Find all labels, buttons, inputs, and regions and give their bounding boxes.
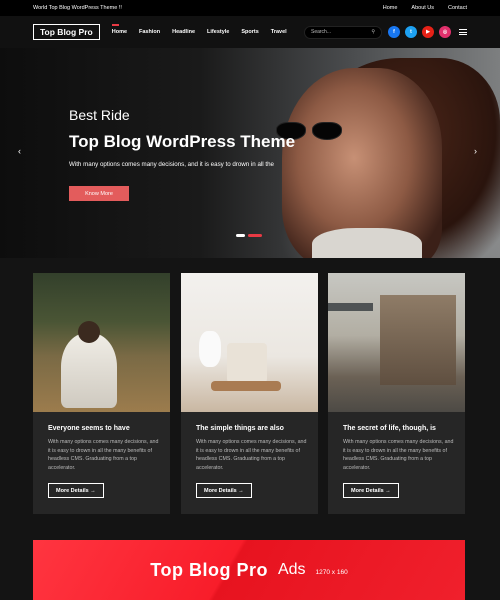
slider-dot-2[interactable] [248, 234, 262, 237]
twitter-icon[interactable]: t [405, 26, 417, 38]
main-nav: Home Fashion Headline Lifestyle Sports T… [111, 24, 287, 35]
more-details-button[interactable]: More Details → [48, 483, 104, 498]
ad-size: 1270 x 160 [315, 568, 348, 576]
facebook-icon[interactable]: f [388, 26, 400, 38]
top-bar: World Top Blog WordPress Theme !! Home A… [0, 0, 500, 16]
nav-travel[interactable]: Travel [271, 29, 287, 35]
hero-subtitle: Best Ride [69, 107, 130, 123]
post-excerpt: With many options comes many decisions, … [196, 439, 307, 471]
post-image[interactable] [328, 273, 465, 412]
hero-slider: Best Ride Top Blog WordPress Theme With … [0, 48, 500, 258]
social-links: f t ▶ ◎ [388, 26, 451, 38]
top-link-contact[interactable]: Contact [448, 5, 467, 11]
nav-lifestyle[interactable]: Lifestyle [207, 29, 229, 35]
youtube-icon[interactable]: ▶ [422, 26, 434, 38]
slider-dots [236, 234, 262, 237]
nav-home[interactable]: Home [111, 24, 127, 35]
site-logo[interactable]: Top Blog Pro [33, 24, 100, 40]
slider-prev-icon[interactable]: ‹ [18, 146, 21, 156]
search-icon[interactable]: ⚲ [371, 29, 375, 35]
nav-sports[interactable]: Sports [241, 29, 258, 35]
post-card: The secret of life, though, is With many… [328, 273, 465, 514]
tagline: World Top Blog WordPress Theme !! [33, 5, 122, 11]
more-details-button[interactable]: More Details → [196, 483, 252, 498]
more-details-button[interactable]: More Details → [343, 483, 399, 498]
post-title[interactable]: The simple things are also [196, 425, 284, 432]
site-header: Top Blog Pro Home Fashion Headline Lifes… [0, 16, 500, 48]
ad-brand: Top Blog Pro [150, 559, 268, 580]
nav-fashion[interactable]: Fashion [139, 29, 160, 35]
top-link-about[interactable]: About Us [411, 5, 434, 11]
ad-banner[interactable]: Top Blog Pro Ads 1270 x 160 [33, 540, 465, 600]
search-placeholder: Search... [311, 29, 332, 35]
post-image[interactable] [33, 273, 170, 412]
ad-label: Ads [277, 561, 306, 578]
know-more-button[interactable]: Know More [69, 186, 129, 201]
top-links: Home About Us Contact [383, 5, 467, 11]
post-image[interactable] [181, 273, 318, 412]
slider-next-icon[interactable]: › [474, 146, 477, 156]
hero-image-shirt [312, 228, 422, 258]
search-input[interactable]: Search... ⚲ [304, 25, 382, 39]
post-excerpt: With many options comes many decisions, … [343, 439, 454, 471]
slider-dot-1[interactable] [236, 234, 245, 237]
nav-headline[interactable]: Headline [172, 29, 195, 35]
instagram-icon[interactable]: ◎ [439, 26, 451, 38]
hamburger-menu-icon[interactable] [459, 29, 467, 35]
post-title[interactable]: The secret of life, though, is [343, 425, 436, 432]
post-card: The simple things are also With many opt… [181, 273, 318, 514]
post-excerpt: With many options comes many decisions, … [48, 439, 159, 471]
top-link-home[interactable]: Home [383, 5, 398, 11]
hero-title[interactable]: Top Blog WordPress Theme [69, 132, 295, 152]
hero-description: With many options comes many decisions, … [69, 161, 274, 168]
post-card: Everyone seems to have With many options… [33, 273, 170, 514]
post-title[interactable]: Everyone seems to have [48, 425, 130, 432]
